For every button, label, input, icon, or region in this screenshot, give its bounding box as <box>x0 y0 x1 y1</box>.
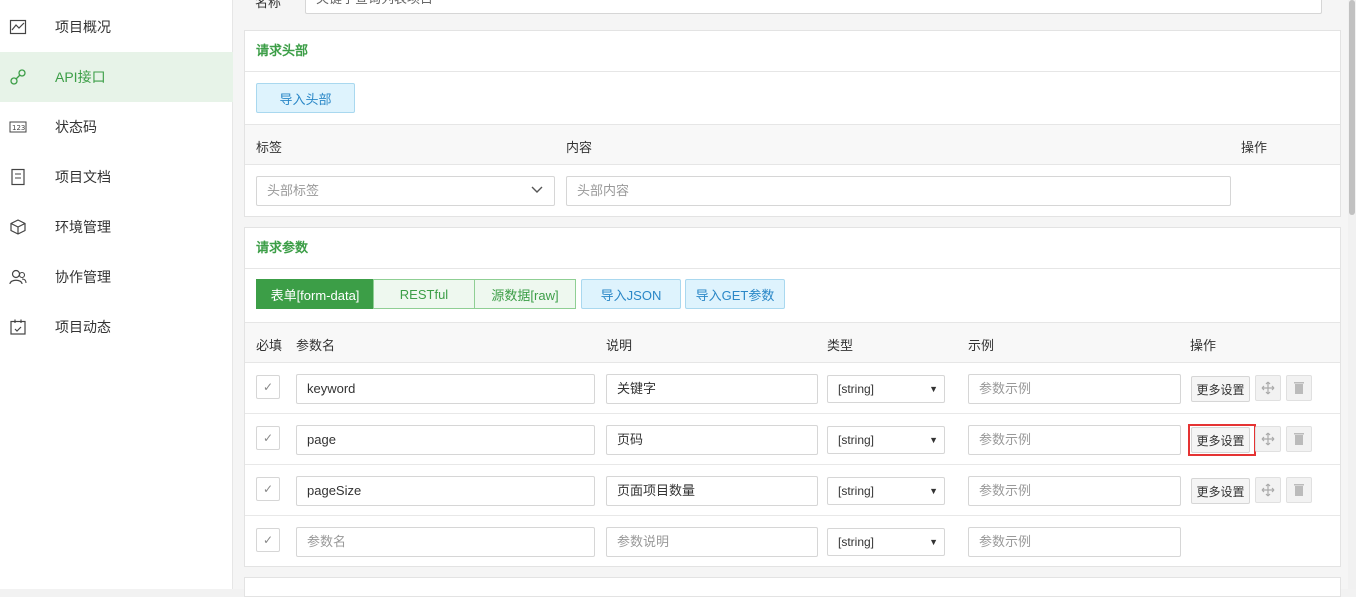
request-headers-title: 请求头部 <box>245 31 1340 72</box>
col-content: 内容 <box>566 140 593 155</box>
more-settings-button[interactable]: 更多设置 <box>1191 478 1250 504</box>
sidebar: 项目概况 API接口 123 状态码 项目文档 环境管理 协作管理 项目动态 <box>0 0 233 589</box>
sidebar-item-api[interactable]: API接口 <box>0 52 233 102</box>
header-tag-select[interactable]: 头部标签 <box>256 176 555 206</box>
numbers-icon: 123 <box>9 118 27 136</box>
header-tag-placeholder: 头部标签 <box>267 183 320 198</box>
header-content-input[interactable]: 头部内容 <box>566 176 1231 206</box>
col-example: 示例 <box>968 338 995 353</box>
param-type-value: [string] <box>838 433 875 447</box>
request-params-title: 请求参数 <box>245 228 1340 269</box>
import-json-button[interactable]: 导入JSON <box>581 279 681 309</box>
param-example-input[interactable]: 参数示例 <box>968 425 1181 455</box>
param-desc-input[interactable]: 关键字 <box>606 374 818 404</box>
sidebar-item-overview[interactable]: 项目概况 <box>0 2 233 52</box>
new-param-example-input[interactable]: 参数示例 <box>968 527 1181 557</box>
move-icon[interactable] <box>1255 426 1281 452</box>
svg-text:123: 123 <box>12 124 25 132</box>
param-type-value: [string] <box>838 535 875 549</box>
tab-restful[interactable]: RESTful <box>373 279 475 309</box>
required-checkbox[interactable]: ✓ <box>256 528 280 552</box>
trash-icon[interactable] <box>1286 477 1312 503</box>
move-icon[interactable] <box>1255 375 1281 401</box>
move-icon[interactable] <box>1255 477 1281 503</box>
sidebar-item-activity[interactable]: 项目动态 <box>0 302 233 352</box>
main-content: 名称 关键字查询列表项目 请求头部 导入头部 标签 内容 操作 头部标签 头部内… <box>233 0 1348 597</box>
import-headers-button[interactable]: 导入头部 <box>256 83 355 113</box>
users-icon <box>9 268 27 286</box>
param-desc-input[interactable]: 页码 <box>606 425 818 455</box>
param-type-value: [string] <box>838 484 875 498</box>
sidebar-item-collaboration[interactable]: 协作管理 <box>0 252 233 302</box>
param-type-select[interactable]: [string] ▼ <box>827 426 945 454</box>
document-icon <box>9 168 27 186</box>
sidebar-item-label: 状态码 <box>55 119 97 135</box>
new-param-type-select[interactable]: [string] ▼ <box>827 528 945 556</box>
sidebar-item-label: 环境管理 <box>55 219 111 235</box>
name-label: 名称 <box>255 0 282 10</box>
headers-table-header: 标签 内容 操作 <box>245 124 1340 165</box>
sidebar-item-status-code[interactable]: 123 状态码 <box>0 102 233 152</box>
col-required: 必填 <box>256 338 283 353</box>
dropdown-arrow-icon: ▼ <box>929 435 938 445</box>
chevron-down-icon <box>530 178 544 206</box>
dropdown-arrow-icon: ▼ <box>929 486 938 496</box>
sidebar-item-label: 项目概况 <box>55 19 111 35</box>
tab-form-data[interactable]: 表单[form-data] <box>256 279 374 309</box>
params-table-header: 必填 参数名 说明 类型 示例 操作 <box>245 322 1340 363</box>
sidebar-item-label: 项目文档 <box>55 169 111 185</box>
tab-raw[interactable]: 源数据[raw] <box>474 279 576 309</box>
sidebar-item-label: 项目动态 <box>55 319 111 335</box>
param-type-select[interactable]: [string] ▼ <box>827 375 945 403</box>
param-name-input[interactable]: pageSize <box>296 476 595 506</box>
new-param-desc-input[interactable]: 参数说明 <box>606 527 818 557</box>
param-type-value: [string] <box>838 382 875 396</box>
name-input[interactable]: 关键字查询列表项目 <box>305 0 1322 14</box>
col-action: 操作 <box>1190 338 1217 353</box>
scrollbar-thumb[interactable] <box>1349 0 1355 215</box>
request-params-panel: 请求参数 表单[form-data] RESTful 源数据[raw] 导入JS… <box>244 227 1341 567</box>
param-name-input[interactable]: page <box>296 425 595 455</box>
chart-line-icon <box>9 18 27 36</box>
col-name: 参数名 <box>296 338 336 353</box>
highlight-box <box>1188 424 1256 456</box>
trash-icon[interactable] <box>1286 426 1312 452</box>
required-checkbox[interactable]: ✓ <box>256 426 280 450</box>
sidebar-item-label: 协作管理 <box>55 269 111 285</box>
sidebar-item-environment[interactable]: 环境管理 <box>0 202 233 252</box>
request-headers-panel: 请求头部 导入头部 标签 内容 操作 头部标签 头部内容 <box>244 30 1341 217</box>
dropdown-arrow-icon: ▼ <box>929 384 938 394</box>
next-panel <box>244 577 1341 597</box>
param-name-input[interactable]: keyword <box>296 374 595 404</box>
dropdown-arrow-icon: ▼ <box>929 537 938 547</box>
import-get-params-button[interactable]: 导入GET参数 <box>685 279 785 309</box>
more-settings-button[interactable]: 更多设置 <box>1191 376 1250 402</box>
trash-icon[interactable] <box>1286 375 1312 401</box>
link-icon <box>9 68 27 86</box>
new-param-name-input[interactable]: 参数名 <box>296 527 595 557</box>
required-checkbox[interactable]: ✓ <box>256 477 280 501</box>
param-example-input[interactable]: 参数示例 <box>968 374 1181 404</box>
sidebar-item-label: API接口 <box>55 69 106 85</box>
col-type: 类型 <box>827 338 854 353</box>
param-type-select[interactable]: [string] ▼ <box>827 477 945 505</box>
cube-icon <box>9 218 27 236</box>
scrollbar[interactable] <box>1348 0 1356 589</box>
sidebar-item-docs[interactable]: 项目文档 <box>0 152 233 202</box>
param-desc-input[interactable]: 页面项目数量 <box>606 476 818 506</box>
param-example-input[interactable]: 参数示例 <box>968 476 1181 506</box>
col-action: 操作 <box>1241 140 1268 155</box>
name-row: 名称 关键字查询列表项目 <box>244 0 1341 20</box>
col-tag: 标签 <box>256 140 283 155</box>
calendar-icon <box>9 318 27 336</box>
required-checkbox[interactable]: ✓ <box>256 375 280 399</box>
col-desc: 说明 <box>606 338 633 353</box>
